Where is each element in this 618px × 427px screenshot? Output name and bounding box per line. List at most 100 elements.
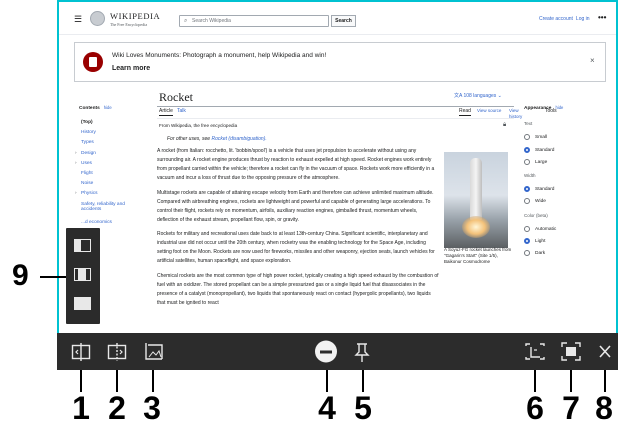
- learn-more-link[interactable]: Learn more: [112, 64, 150, 73]
- appearance-title: Appearance: [524, 106, 552, 111]
- toc-hide-button[interactable]: hide: [104, 105, 112, 110]
- snap-full-fill: [75, 298, 90, 309]
- search-button[interactable]: Search: [331, 15, 356, 27]
- search-input[interactable]: ⌕ Search Wikipedia: [179, 15, 329, 27]
- personal-tools: Create account Log in: [539, 16, 593, 23]
- callout-label-6: 6: [526, 390, 544, 426]
- radio-button[interactable]: [524, 250, 530, 256]
- hatnote-link[interactable]: Rocket (disambiguation).: [211, 136, 266, 142]
- fullscreen-icon[interactable]: [556, 333, 586, 370]
- toc-item-top[interactable]: (Top): [79, 120, 144, 130]
- site-subtitle: From Wikipedia, the free encyclopedia: [159, 123, 238, 128]
- toc-item-history[interactable]: History: [79, 130, 144, 140]
- radio-button[interactable]: [524, 159, 530, 165]
- search-placeholder: Search Wikipedia: [192, 18, 231, 24]
- snap-left-fill: [75, 240, 81, 251]
- page-title: Rocket: [159, 90, 193, 104]
- callout-label-7: 7: [562, 390, 580, 426]
- radio-label: Wide: [535, 199, 546, 204]
- radio-button[interactable]: [524, 134, 530, 140]
- callout-line-7: [570, 370, 572, 392]
- radio-label: Small: [535, 135, 547, 140]
- title-divider: [157, 106, 514, 107]
- split-left-icon[interactable]: [66, 333, 96, 370]
- main-menu-icon[interactable]: ☰: [74, 15, 82, 24]
- radio-label: Automatic: [535, 227, 557, 232]
- site-notice-banner: Wiki Loves Monuments: Photograph a monum…: [74, 42, 606, 82]
- language-selector[interactable]: 文A 108 languages ⌄: [454, 93, 502, 100]
- snap-center-icon[interactable]: [74, 268, 91, 281]
- hatnote: For other uses, see Rocket (disambiguati…: [167, 136, 267, 143]
- toc-item-flight[interactable]: Flight: [79, 171, 144, 181]
- radio-label: Dark: [535, 251, 546, 256]
- radio-button[interactable]: [524, 226, 530, 232]
- callout-label-4: 4: [318, 390, 336, 426]
- more-options-icon[interactable]: •••: [598, 13, 606, 24]
- callout-line-4: [326, 370, 328, 392]
- wikipedia-wordmark[interactable]: WIKIPEDIA: [110, 12, 160, 21]
- languages-label: 108 languages: [463, 93, 497, 99]
- screenshot-frame: ☰ WIKIPEDIA The Free Encyclopedia ⌕ Sear…: [57, 0, 618, 370]
- close-icon[interactable]: ×: [590, 56, 595, 67]
- snap-full-icon[interactable]: [74, 297, 91, 310]
- tab-read[interactable]: Read: [459, 108, 471, 116]
- log-in-link[interactable]: Log in: [576, 16, 590, 22]
- toc-item-physics[interactable]: Physics: [75, 191, 144, 201]
- toc-item-noise[interactable]: Noise: [79, 181, 144, 191]
- search-icon: ⌕: [184, 18, 188, 24]
- wiki-loves-monuments-icon: [83, 52, 103, 72]
- toc-item-design[interactable]: Design: [75, 151, 144, 161]
- article-paragraph: Rockets for military and recreational us…: [157, 231, 435, 264]
- callout-label-5: 5: [354, 390, 372, 426]
- snap-left-icon[interactable]: [74, 239, 91, 252]
- wikipedia-page: ☰ WIKIPEDIA The Free Encyclopedia ⌕ Sear…: [59, 2, 616, 368]
- crop-region-icon[interactable]: [520, 333, 550, 370]
- close-icon[interactable]: [590, 333, 618, 370]
- toc-item-types[interactable]: Types: [79, 140, 144, 150]
- tabs-divider: [157, 118, 514, 119]
- article-body: A rocket (from Italian: rocchetto, lit. …: [157, 147, 440, 313]
- radio-label: Standard: [535, 148, 555, 153]
- appearance-hide-button[interactable]: hide: [555, 105, 563, 110]
- create-account-link[interactable]: Create account: [539, 16, 573, 22]
- callout-label-3: 3: [143, 390, 161, 426]
- toc-item-uses[interactable]: Uses: [75, 161, 144, 171]
- banner-text: Wiki Loves Monuments: Photograph a monum…: [112, 52, 327, 59]
- snap-center-fill: [78, 269, 86, 280]
- split-right-icon[interactable]: [102, 333, 132, 370]
- tab-article[interactable]: Article: [159, 108, 173, 116]
- radio-button-selected[interactable]: [524, 186, 530, 192]
- width-label: Width: [524, 173, 536, 178]
- color-label: Color (beta): [524, 213, 548, 218]
- radio-button-selected[interactable]: [524, 238, 530, 244]
- radio-button[interactable]: [524, 198, 530, 204]
- snap-layout-panel: [66, 228, 100, 324]
- tab-view-source[interactable]: View source: [477, 108, 501, 114]
- toc-heading: Contents hide: [79, 105, 112, 112]
- callout-label-8: 8: [595, 390, 613, 426]
- callout-label-2: 2: [108, 390, 126, 426]
- callout-label-1: 1: [72, 390, 90, 426]
- article-paragraph: Multistage rockets are capable of attain…: [157, 189, 434, 223]
- floating-toolbar: [57, 333, 618, 370]
- radio-button-selected[interactable]: [524, 147, 530, 153]
- wikipedia-globe-logo[interactable]: [90, 11, 105, 26]
- page-tabs: Article Talk Read View source View histo…: [157, 108, 557, 119]
- tab-talk[interactable]: Talk: [177, 108, 186, 115]
- soyuz-rocket-photo[interactable]: [444, 152, 508, 248]
- minimize-icon[interactable]: [311, 333, 341, 370]
- infobox-image[interactable]: [444, 152, 514, 250]
- callout-line-5: [362, 370, 364, 392]
- chevron-down-icon: ⌄: [496, 93, 502, 99]
- callout-label-9: 9: [12, 259, 29, 292]
- toc-item-safety[interactable]: Safety, reliability and accidents: [79, 202, 144, 220]
- image-caption: A Soyuz-FG rocket launches from "Gagarin…: [444, 247, 512, 264]
- article-paragraph: Chemical rockets are the most common typ…: [157, 272, 439, 306]
- wikipedia-tagline: The Free Encyclopedia: [110, 22, 148, 27]
- pin-icon[interactable]: [347, 333, 377, 370]
- crop-image-icon[interactable]: [138, 333, 168, 370]
- lock-icon[interactable]: 🔒︎: [503, 121, 506, 129]
- article-paragraph: A rocket (from Italian: rocchetto, lit. …: [157, 148, 435, 181]
- rocket-shape: [470, 158, 482, 220]
- callout-line-6: [534, 370, 536, 392]
